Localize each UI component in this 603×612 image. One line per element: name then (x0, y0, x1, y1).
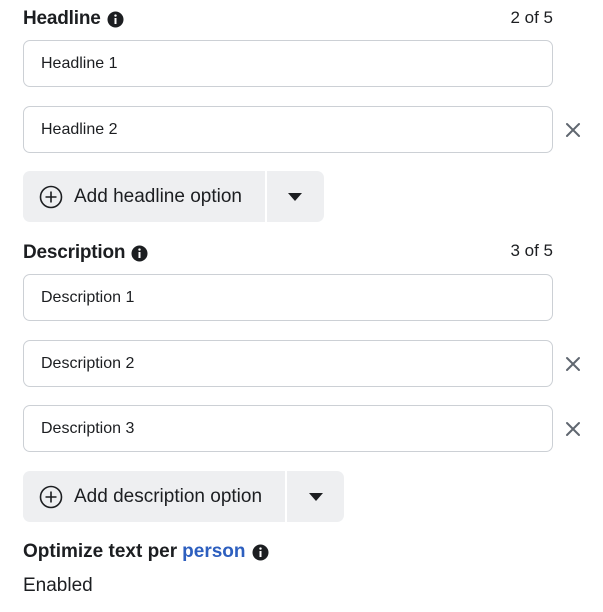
close-icon[interactable] (564, 121, 582, 139)
plus-circle-icon (39, 485, 63, 509)
close-icon[interactable] (564, 420, 582, 438)
description-counter: 3 of 5 (510, 241, 553, 260)
description-title: Description (23, 242, 126, 263)
description-field-1[interactable]: Description 1 (23, 274, 553, 321)
info-icon[interactable] (107, 11, 124, 28)
optimize-label: Optimize text per (23, 541, 178, 562)
headline-counter: 2 of 5 (510, 8, 553, 27)
add-headline-group: Add headline option (23, 171, 324, 222)
info-icon[interactable] (131, 245, 148, 262)
plus-circle-icon (39, 185, 63, 209)
close-icon[interactable] (564, 355, 582, 373)
headline-field-2[interactable]: Headline 2 (23, 106, 553, 153)
optimize-person-link[interactable]: person (182, 541, 245, 563)
add-description-label: Add description option (74, 485, 263, 507)
add-headline-label: Add headline option (74, 185, 242, 207)
description-field-2[interactable]: Description 2 (23, 340, 553, 387)
headline-title: Headline (23, 8, 101, 29)
add-headline-button[interactable]: Add headline option (23, 171, 265, 222)
description-dropdown-button[interactable] (287, 471, 345, 522)
description-header: Description (23, 242, 148, 264)
caret-down-icon (308, 488, 323, 506)
add-description-button[interactable]: Add description option (23, 471, 286, 522)
headline-header: Headline (23, 8, 124, 30)
headline-field-1[interactable]: Headline 1 (23, 40, 553, 87)
info-icon[interactable] (252, 544, 269, 561)
description-field-3[interactable]: Description 3 (23, 405, 553, 452)
add-description-group: Add description option (23, 471, 345, 522)
optimize-header: Optimize text per person (23, 541, 269, 563)
headline-dropdown-button[interactable] (266, 171, 324, 222)
optimize-status: Enabled (23, 575, 93, 596)
caret-down-icon (288, 188, 303, 206)
